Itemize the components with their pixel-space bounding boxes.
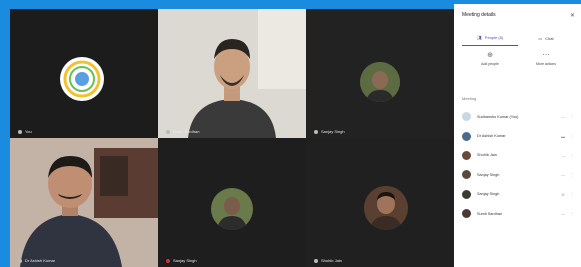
mic-icon[interactable]: — — [558, 114, 568, 119]
mic-icon[interactable]: ▬ — [558, 134, 568, 139]
tile-name: You — [18, 129, 32, 134]
list-item[interactable]: Sudhanshu Kumar (You) — ⋮ — [462, 107, 576, 126]
mic-icon — [314, 258, 318, 263]
mic-icon — [18, 258, 22, 263]
mic-icon — [166, 129, 170, 134]
people-icon: 👥︎ — [476, 35, 482, 40]
panel-title: Meeting details — [462, 12, 496, 18]
mic-icon — [166, 258, 170, 263]
participant-avatar — [364, 186, 408, 230]
video-tile-participant[interactable]: Shuhib Jain — [306, 138, 454, 267]
mic-icon[interactable]: — — [558, 172, 568, 177]
avatar — [462, 112, 471, 122]
chat-icon: ▭ — [538, 35, 543, 41]
list-item[interactable]: Sanjay Singh ⊘ ⋮ — [462, 185, 576, 204]
avatar — [462, 189, 471, 199]
tile-name: Shuhib Jain — [314, 258, 342, 263]
people-list: Sudhanshu Kumar (You) — ⋮ Dr Ashish Kuma… — [462, 107, 576, 223]
more-icon[interactable]: ⋮ — [568, 192, 576, 197]
list-item[interactable]: Sanjay Singh — ⋮ — [462, 165, 576, 184]
mic-icon — [18, 129, 22, 134]
more-icon[interactable]: ⋮ — [568, 134, 576, 139]
logo-icon — [63, 60, 101, 98]
avatar-photo — [360, 62, 400, 102]
video-tile-participant[interactable]: Dr Ashish Kumar — [10, 138, 158, 267]
more-icon: ⋯ — [542, 52, 550, 59]
mic-icon — [314, 129, 318, 134]
more-icon[interactable]: ⋮ — [568, 172, 576, 177]
avatar — [462, 150, 471, 160]
close-icon[interactable]: ✕ — [570, 12, 575, 19]
participant-video — [158, 9, 306, 138]
participant-video — [10, 138, 158, 267]
list-item[interactable]: Shuhib Jain — ⋮ — [462, 146, 576, 165]
logo-avatar — [60, 57, 104, 101]
video-tile-self[interactable]: You — [10, 9, 158, 138]
tile-name: Dr Ashish Kumar — [18, 258, 55, 263]
avatar-photo — [211, 188, 253, 230]
more-icon[interactable]: ⋮ — [568, 114, 576, 119]
meeting-details-panel: Meeting details ✕ 👥︎ People (6) ▭ Chat ⊕… — [454, 4, 581, 267]
tab-people[interactable]: 👥︎ People (6) — [462, 30, 518, 46]
tab-chat[interactable]: ▭ Chat — [518, 30, 574, 46]
mic-icon[interactable]: — — [558, 211, 568, 216]
video-stage: REC You Sumit Sardhan — [10, 9, 454, 267]
more-actions-button[interactable]: ⋯ More actions — [518, 52, 574, 82]
avatar — [462, 131, 471, 141]
panel-actions: ⊕ Add people ⋯ More actions — [462, 52, 574, 82]
section-label: Meeting — [462, 96, 477, 101]
avatar — [462, 209, 471, 219]
tile-name: Sanjay Singh — [166, 258, 197, 263]
video-tile-participant[interactable]: Sanjay Singh — [158, 138, 306, 267]
participant-avatar — [360, 62, 400, 102]
more-icon[interactable]: ⋮ — [568, 153, 576, 158]
participant-avatar — [211, 188, 253, 230]
list-item[interactable]: Sumit Sardhan — ⋮ — [462, 204, 576, 223]
mic-off-icon[interactable]: ⊘ — [558, 192, 568, 197]
video-tile-participant[interactable]: Sanjay Singh — [306, 9, 454, 138]
add-person-icon: ⊕ — [487, 52, 493, 59]
more-icon[interactable]: ⋮ — [568, 211, 576, 216]
tile-name: Sanjay Singh — [314, 129, 345, 134]
mic-icon[interactable]: — — [558, 153, 568, 158]
avatar-photo — [364, 186, 408, 230]
tile-name: Sumit Sardhan — [166, 129, 199, 134]
add-people-button[interactable]: ⊕ Add people — [462, 52, 518, 82]
list-item[interactable]: Dr Ashish Kumar ▬ ⋮ — [462, 126, 576, 145]
avatar — [462, 170, 471, 180]
panel-tabs: 👥︎ People (6) ▭ Chat — [462, 30, 574, 46]
video-tile-participant[interactable]: Sumit Sardhan — [158, 9, 306, 138]
